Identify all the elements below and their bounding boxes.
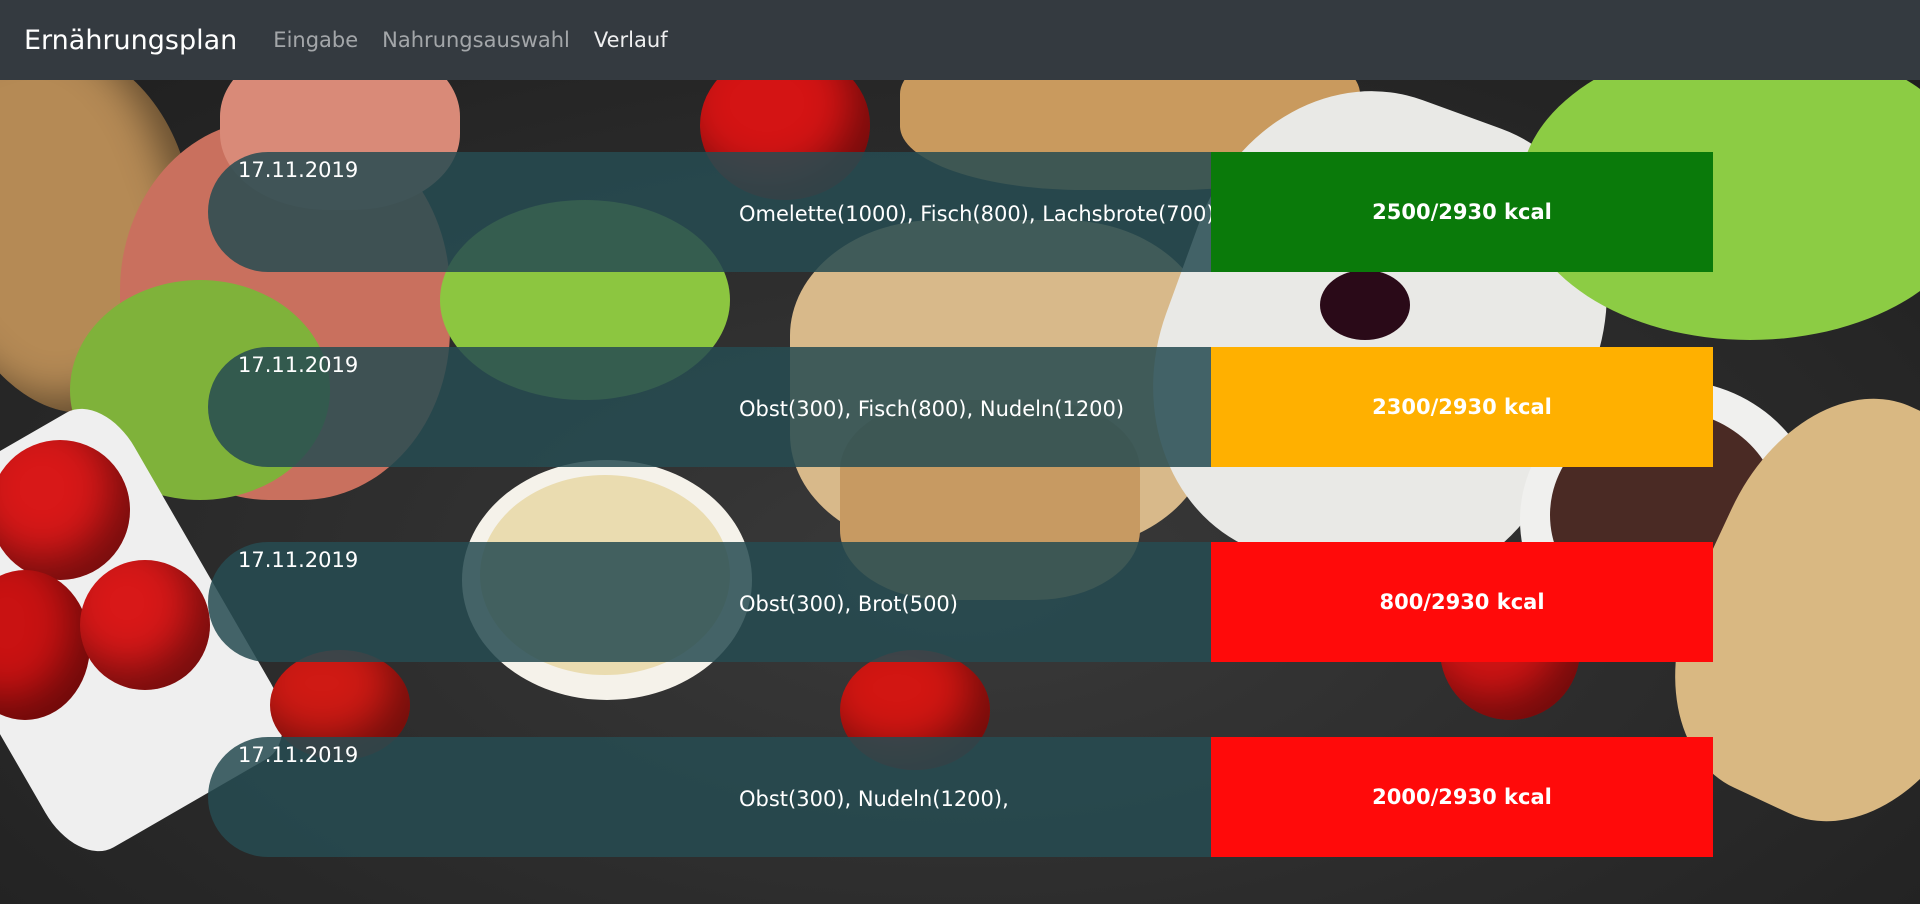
- nav-link-verlauf[interactable]: Verlauf: [594, 28, 668, 52]
- entry-foods: Obst(300), Nudeln(1200),: [739, 787, 1009, 811]
- entry-foods: Omelette(1000), Fisch(800), Lachsbrote(7…: [739, 202, 1215, 226]
- top-navbar: Ernährungsplan Eingabe Nahrungsauswahl V…: [0, 0, 1920, 80]
- brand-link[interactable]: Ernährungsplan: [24, 25, 237, 56]
- entry-info-panel: 17.11.2019 Obst(300), Fisch(800), Nudeln…: [208, 347, 1211, 467]
- nav-link-eingabe[interactable]: Eingabe: [273, 28, 358, 52]
- entry-date: 17.11.2019: [238, 158, 359, 182]
- nav-link-nahrungsauswahl[interactable]: Nahrungsauswahl: [382, 28, 570, 52]
- entry-kcal-badge: 800/2930 kcal: [1211, 542, 1713, 662]
- history-list: 17.11.2019 Omelette(1000), Fisch(800), L…: [0, 0, 1920, 904]
- entry-foods: Obst(300), Brot(500): [739, 592, 958, 616]
- entry-info-panel: 17.11.2019 Omelette(1000), Fisch(800), L…: [208, 152, 1215, 272]
- entry-date: 17.11.2019: [238, 548, 359, 572]
- history-entry: 17.11.2019 Obst(300), Fisch(800), Nudeln…: [208, 347, 1713, 467]
- history-entry: 17.11.2019 Omelette(1000), Fisch(800), L…: [208, 152, 1713, 272]
- entry-info-panel: 17.11.2019 Obst(300), Brot(500): [208, 542, 1211, 662]
- entry-info-panel: 17.11.2019 Obst(300), Nudeln(1200),: [208, 737, 1211, 857]
- entry-kcal-badge: 2000/2930 kcal: [1211, 737, 1713, 857]
- entry-kcal-badge: 2500/2930 kcal: [1211, 152, 1713, 272]
- entry-kcal-badge: 2300/2930 kcal: [1211, 347, 1713, 467]
- history-entry: 17.11.2019 Obst(300), Brot(500) 800/2930…: [208, 542, 1713, 662]
- history-entry: 17.11.2019 Obst(300), Nudeln(1200), 2000…: [208, 737, 1713, 857]
- entry-foods: Obst(300), Fisch(800), Nudeln(1200): [739, 397, 1125, 421]
- entry-date: 17.11.2019: [238, 353, 359, 377]
- entry-date: 17.11.2019: [238, 743, 359, 767]
